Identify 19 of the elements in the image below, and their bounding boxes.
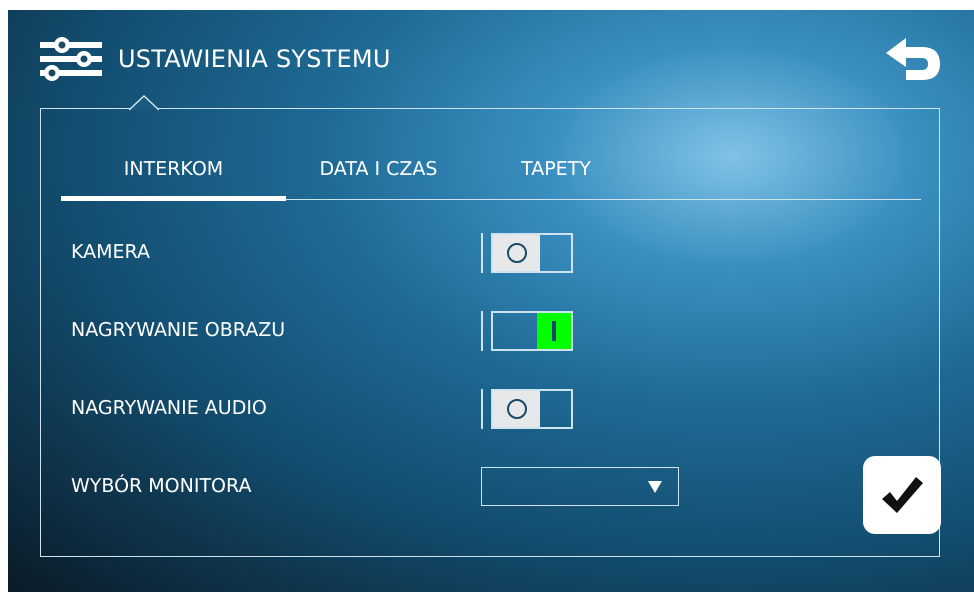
checkmark-icon [880, 475, 924, 515]
on-bar-icon [552, 320, 556, 340]
off-circle-icon [506, 398, 528, 420]
settings-icon [40, 37, 102, 81]
confirm-button[interactable] [863, 456, 941, 534]
setting-label: NAGRYWANIE AUDIO [71, 396, 268, 422]
tab[interactable]: INTERKOM [61, 149, 286, 200]
screen-title: USTAWIENIA SYSTEMU [118, 44, 391, 75]
dropdown-caret-icon [648, 481, 662, 493]
tab[interactable]: TAPETY [471, 149, 641, 200]
setting-label: KAMERA [71, 240, 151, 266]
toggle-switch[interactable] [481, 310, 573, 350]
setting-label: NAGRYWANIE OBRAZU [71, 318, 286, 344]
toggle-switch[interactable] [481, 232, 573, 272]
monitor-dropdown[interactable] [481, 467, 679, 506]
setting-label: WYBÓR MONITORA [71, 473, 252, 500]
tab[interactable]: DATA I CZAS [286, 149, 471, 200]
off-circle-icon [506, 242, 528, 264]
toggle-switch[interactable] [481, 388, 573, 428]
